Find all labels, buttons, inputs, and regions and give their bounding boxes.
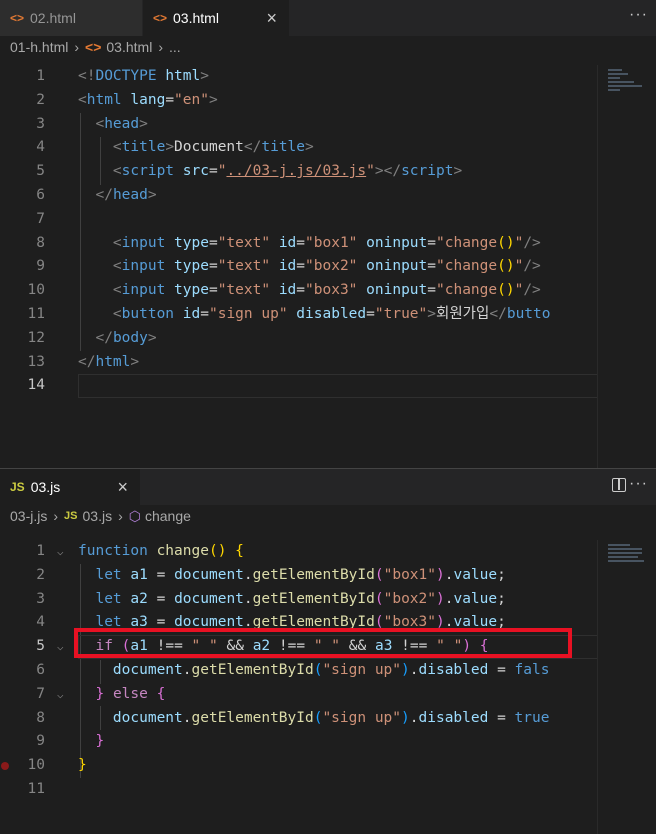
line-number: 9 xyxy=(36,733,45,750)
code-line: 11 xyxy=(0,778,656,802)
html-file-icon: <> xyxy=(153,11,168,25)
breadcrumb-more[interactable]: ... xyxy=(169,39,181,55)
function-symbol-icon: ⬡ xyxy=(128,507,141,524)
code-line: 12 </body> xyxy=(0,327,656,351)
line-number: 1 xyxy=(36,543,45,559)
code-line: 10} xyxy=(0,754,656,778)
breadcrumb: 01-h.html › <> 03.html › ... xyxy=(0,36,656,58)
line-number: 14 xyxy=(27,377,45,394)
current-line-highlight xyxy=(78,374,598,399)
line-number: 12 xyxy=(27,329,45,346)
minimap[interactable] xyxy=(597,540,656,834)
js-code-editor[interactable]: 1 ⌵ function change() { 2 let a1 = documen… xyxy=(0,540,656,834)
line-number: 6 xyxy=(36,186,45,203)
tab-label: 03.html xyxy=(173,10,219,26)
code-line: 8 document.getElementById("sign up").dis… xyxy=(0,707,656,731)
line-number: 8 xyxy=(36,234,45,251)
code-line: 4 <title>Document</title> xyxy=(0,136,656,160)
line-number: 7 xyxy=(36,685,45,702)
html-editor-group: <> 02.html <> 03.html × ··· 01-h.html › … xyxy=(0,0,656,468)
more-actions-icon[interactable]: ··· xyxy=(629,475,648,493)
tab-02-html[interactable]: <> 02.html xyxy=(0,0,143,36)
line-number: 2 xyxy=(36,566,45,583)
red-highlight-box xyxy=(74,628,572,658)
code-line-current: 14 xyxy=(0,374,656,399)
code-line: 2 let a1 = document.getElementById("box1… xyxy=(0,564,656,588)
code-line: 10 <input type="text" id="box3" oninput=… xyxy=(0,279,656,303)
tab-bar: <> 02.html <> 03.html × ··· xyxy=(0,0,656,36)
line-number: 2 xyxy=(36,91,45,108)
code-line: 9 <input type="text" id="box2" oninput="… xyxy=(0,255,656,279)
line-number: 7 xyxy=(36,210,45,227)
breadcrumb-file[interactable]: 03.js xyxy=(83,508,113,524)
line-number: 1 xyxy=(36,68,45,84)
code-line: 11 <button id="sign up" disabled="true">… xyxy=(0,303,656,327)
line-number: 13 xyxy=(27,353,45,370)
line-number: 11 xyxy=(27,305,45,322)
line-number: 11 xyxy=(27,780,45,797)
tab-label: 02.html xyxy=(30,10,76,26)
minimap[interactable] xyxy=(597,65,656,468)
breadcrumb-file[interactable]: 03.html xyxy=(106,39,152,55)
chevron-right-icon: › xyxy=(74,39,80,55)
line-number: 5 xyxy=(36,638,45,655)
chevron-right-icon: › xyxy=(118,508,123,524)
breadcrumb: 03-j.js › JS 03.js › ⬡ change xyxy=(0,505,656,527)
code-line: 3 <head> xyxy=(0,113,656,137)
line-number: 8 xyxy=(36,709,45,726)
tab-bar-empty xyxy=(290,0,656,36)
js-editor-group: JS 03.js × ··· 03-j.js › JS 03.js › ⬡ ch… xyxy=(0,468,656,834)
chevron-down-icon[interactable]: ⌵ xyxy=(57,635,64,659)
split-editor-icon[interactable] xyxy=(612,478,626,492)
line-number: 9 xyxy=(36,258,45,275)
code-line: 7 xyxy=(0,208,656,232)
line-number: 10 xyxy=(27,757,45,774)
html-file-icon: <> xyxy=(85,39,102,55)
code-line: 8 <input type="text" id="box1" oninput="… xyxy=(0,232,656,256)
close-icon[interactable]: × xyxy=(99,477,128,498)
code-line: 5 <script src="../03-j.js/03.js"></scrip… xyxy=(0,160,656,184)
javascript-file-icon: JS xyxy=(64,510,78,522)
tab-bar-empty xyxy=(141,469,656,505)
chevron-right-icon: › xyxy=(53,508,59,524)
code-line: 1 ⌵ function change() { xyxy=(0,540,656,564)
breadcrumb-folder[interactable]: 01-h.html xyxy=(10,39,68,55)
chevron-right-icon: › xyxy=(158,39,163,55)
code-line: 1 <!DOCTYPE html> xyxy=(0,65,656,89)
more-actions-icon[interactable]: ··· xyxy=(629,6,648,24)
code-line: 6 document.getElementById("sign up").dis… xyxy=(0,659,656,683)
tab-bar: JS 03.js × ··· xyxy=(0,469,656,505)
line-number: 5 xyxy=(36,163,45,180)
tab-label: 03.js xyxy=(30,479,61,495)
line-number: 4 xyxy=(36,614,45,631)
code-line: 13 </html> xyxy=(0,351,656,375)
code-line: 9 } xyxy=(0,730,656,754)
close-icon[interactable]: × xyxy=(248,8,277,29)
chevron-down-icon[interactable]: ⌵ xyxy=(57,540,64,564)
line-number: 3 xyxy=(36,115,45,132)
javascript-file-icon: JS xyxy=(10,480,25,494)
line-number: 3 xyxy=(36,590,45,607)
line-number: 10 xyxy=(27,282,45,299)
breadcrumb-symbol[interactable]: change xyxy=(145,508,191,524)
tab-03-html[interactable]: <> 03.html × xyxy=(143,0,290,36)
html-code-editor[interactable]: 1 <!DOCTYPE html> 2 <html lang="en"> 3 <he… xyxy=(0,65,656,468)
code-line: 7 ⌵ } else { xyxy=(0,683,656,707)
tab-03-js[interactable]: JS 03.js × xyxy=(0,469,141,505)
breadcrumb-folder[interactable]: 03-j.js xyxy=(10,508,47,524)
code-line: 6 </head> xyxy=(0,184,656,208)
html-file-icon: <> xyxy=(10,11,25,25)
code-line: 2 <html lang="en"> xyxy=(0,89,656,113)
chevron-down-icon[interactable]: ⌵ xyxy=(57,683,64,707)
code-line: 3 let a2 = document.getElementById("box2… xyxy=(0,588,656,612)
line-number: 4 xyxy=(36,139,45,156)
line-number: 6 xyxy=(36,661,45,678)
